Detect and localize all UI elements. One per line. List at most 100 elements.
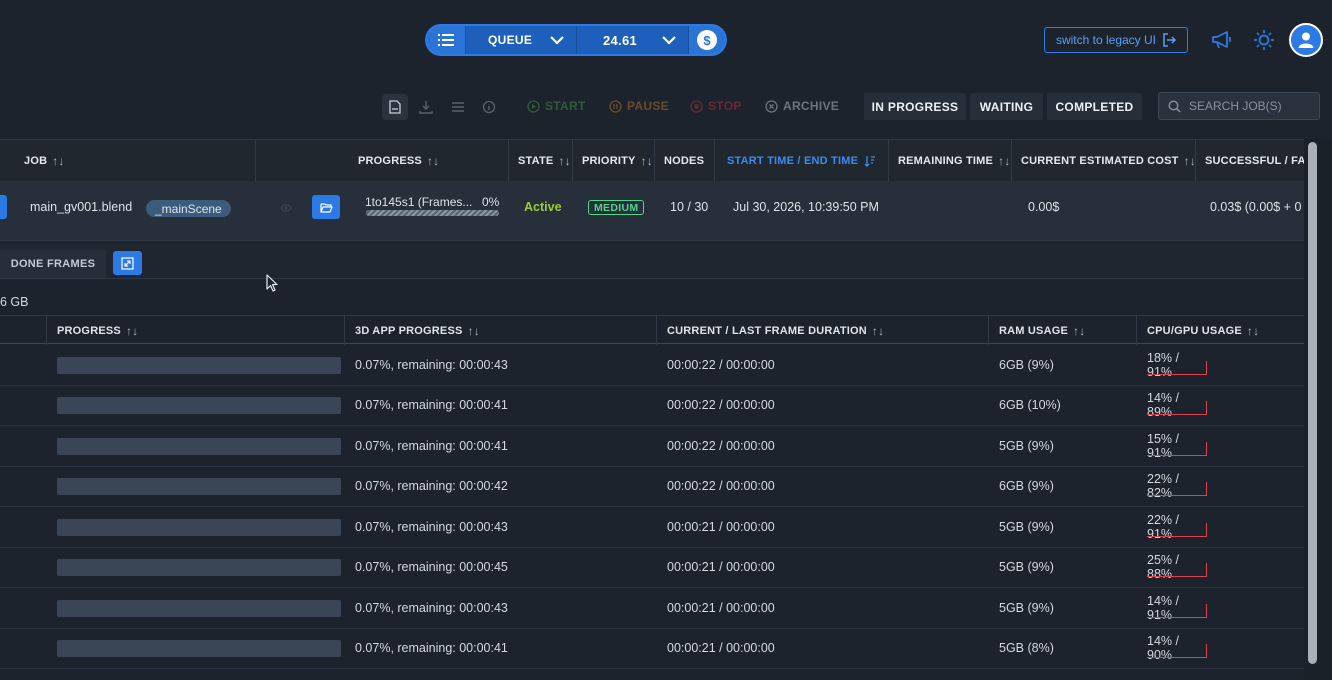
- sort-icon: ↑↓: [998, 154, 1011, 168]
- col-success[interactable]: SUCCESSFUL / FAI: [1205, 140, 1309, 182]
- job-state: Active: [524, 200, 562, 214]
- col-frame-progress[interactable]: PROGRESS ↑↓: [57, 316, 138, 345]
- cpu-gpu-usage: 15% / 91%: [1147, 432, 1207, 460]
- job-row[interactable]: main_gv001.blend _mainScene 1to145s1 (Fr…: [0, 181, 1304, 241]
- table-row[interactable]: 0.07%, remaining: 00:00:41 00:00:22 / 00…: [0, 385, 1304, 426]
- download-icon: [419, 101, 433, 114]
- col-priority[interactable]: PRIORITY ↑↓: [582, 140, 653, 182]
- cpu-gpu-usage: 18% / 91%: [1147, 351, 1207, 379]
- col-app-progress[interactable]: 3D APP PROGRESS ↑↓: [355, 316, 480, 345]
- cpu-sparkline: [1147, 617, 1207, 618]
- tab-waiting[interactable]: WAITING: [970, 93, 1043, 120]
- info-button[interactable]: [476, 94, 502, 120]
- cpu-sparkline: [1147, 455, 1207, 456]
- search-placeholder: SEARCH JOB(S): [1189, 99, 1282, 113]
- job-name: main_gv001.blend: [30, 200, 133, 214]
- frame-progress-bar: [57, 519, 341, 536]
- table-row[interactable]: 0.07%, remaining: 00:00:45 00:00:21 / 00…: [0, 547, 1304, 588]
- search-input[interactable]: SEARCH JOB(S): [1158, 92, 1320, 120]
- report-button[interactable]: [382, 94, 408, 120]
- cost-dropdown[interactable]: 24.61: [577, 26, 689, 54]
- table-row[interactable]: 0.07%, remaining: 00:00:43 00:00:22 / 00…: [0, 345, 1304, 386]
- cpu-sparkline-tick: [1206, 644, 1207, 658]
- cpu-sparkline-tick: [1206, 604, 1207, 618]
- row-select-checkbox[interactable]: [0, 195, 7, 219]
- table-row[interactable]: 0.07%, remaining: 00:00:43 00:00:21 / 00…: [0, 507, 1304, 548]
- user-avatar[interactable]: [1289, 23, 1323, 57]
- sun-icon[interactable]: [1253, 29, 1275, 51]
- archive-label: ARCHIVE: [783, 99, 840, 113]
- eye-icon[interactable]: [280, 203, 292, 213]
- archive-button[interactable]: ARCHIVE: [765, 99, 839, 113]
- cpu-sparkline-tick: [1206, 523, 1207, 537]
- table-row[interactable]: 0.07%, remaining: 00:00:41 00:00:22 / 00…: [0, 426, 1304, 467]
- job-progress-pct: 0%: [482, 195, 500, 209]
- tab-in-progress[interactable]: IN PROGRESS: [864, 93, 966, 120]
- app-progress: 0.07%, remaining: 00:00:43: [355, 520, 508, 534]
- chevron-down-icon: [550, 36, 564, 45]
- cpu-sparkline-tick: [1206, 401, 1207, 415]
- frame-duration: 00:00:21 / 00:00:00: [667, 601, 775, 615]
- tab-completed-label: COMPLETED: [1055, 99, 1134, 114]
- queue-list-button[interactable]: [427, 26, 465, 54]
- col-remaining[interactable]: REMAINING TIME ↑↓: [898, 140, 1010, 182]
- stop-label: STOP: [708, 99, 742, 113]
- col-start-end[interactable]: START TIME / END TIME: [727, 140, 876, 182]
- megaphone-icon[interactable]: [1211, 30, 1233, 50]
- sort-icon: ↑↓: [426, 154, 440, 168]
- sort-icon: ↑↓: [1246, 323, 1260, 338]
- frame-duration: 00:00:22 / 00:00:00: [667, 479, 775, 493]
- queue-dropdown[interactable]: QUEUE: [465, 26, 577, 54]
- sort-desc-icon: [864, 156, 876, 167]
- frame-progress-bar: [57, 397, 341, 414]
- col-cost[interactable]: CURRENT ESTIMATED COST ↑↓: [1021, 140, 1196, 182]
- ram-total: 6 GB: [0, 295, 29, 309]
- ram-usage: 5GB (8%): [999, 641, 1054, 655]
- cpu-sparkline: [1147, 657, 1207, 658]
- ram-usage: 5GB (9%): [999, 520, 1054, 534]
- ram-usage: 5GB (9%): [999, 439, 1054, 453]
- download-button[interactable]: [413, 94, 439, 120]
- start-button[interactable]: START: [527, 99, 586, 113]
- col-duration[interactable]: CURRENT / LAST FRAME DURATION ↑↓: [667, 316, 884, 345]
- legacy-ui-button[interactable]: switch to legacy UI: [1044, 27, 1188, 53]
- vertical-scrollbar[interactable]: [1308, 142, 1317, 664]
- job-nodes: 10 / 30: [670, 200, 709, 214]
- tab-completed[interactable]: COMPLETED: [1047, 93, 1142, 120]
- table-row[interactable]: 0.07%, remaining: 00:00:41 00:00:21 / 00…: [0, 628, 1304, 669]
- cpu-sparkline-tick: [1206, 361, 1207, 375]
- priority-badge: MEDIUM: [588, 200, 645, 215]
- sort-icon: ↑↓: [640, 154, 653, 168]
- frame-progress-bar: [57, 478, 341, 495]
- cpu-gpu-usage: 14% / 89%: [1147, 391, 1207, 419]
- x-circle-icon: [765, 99, 778, 113]
- subtab-bar: [0, 241, 1304, 279]
- table-row[interactable]: 0.07%, remaining: 00:00:42 00:00:22 / 00…: [0, 466, 1304, 507]
- col-progress[interactable]: PROGRESS ↑↓: [358, 140, 439, 182]
- open-folder-button[interactable]: [312, 195, 340, 219]
- table-row[interactable]: 0.07%, remaining: 00:00:43 00:00:21 / 00…: [0, 588, 1304, 629]
- settings-button[interactable]: [445, 94, 471, 120]
- sort-icon: ↑↓: [52, 154, 65, 168]
- sort-icon: ↑↓: [558, 154, 571, 168]
- col-cpu[interactable]: CPU/GPU USAGE ↑↓: [1147, 316, 1259, 345]
- mouse-cursor-icon: [266, 274, 278, 292]
- ram-usage: 5GB (9%): [999, 560, 1054, 574]
- billing-button[interactable]: $: [689, 26, 725, 54]
- done-frames-label: DONE FRAMES: [10, 258, 96, 270]
- sliders-icon: [452, 102, 464, 112]
- pause-button[interactable]: PAUSE: [609, 99, 669, 113]
- col-state[interactable]: STATE ↑↓: [518, 140, 571, 182]
- col-ram[interactable]: RAM USAGE ↑↓: [999, 316, 1085, 345]
- frame-progress-bar: [57, 640, 341, 657]
- app-progress: 0.07%, remaining: 00:00:43: [355, 601, 508, 615]
- queue-cost-switcher: QUEUE 24.61 $: [425, 24, 727, 56]
- col-job[interactable]: JOB ↑↓: [24, 140, 65, 182]
- sort-icon: ↑↓: [467, 323, 480, 338]
- expand-button[interactable]: [113, 251, 142, 275]
- col-cpu-label: CPU/GPU USAGE: [1147, 324, 1242, 337]
- stop-button[interactable]: STOP: [690, 99, 742, 113]
- done-frames-button[interactable]: DONE FRAMES: [0, 250, 106, 278]
- cost-value: 24.61: [603, 32, 638, 48]
- col-nodes[interactable]: NODES: [664, 140, 704, 182]
